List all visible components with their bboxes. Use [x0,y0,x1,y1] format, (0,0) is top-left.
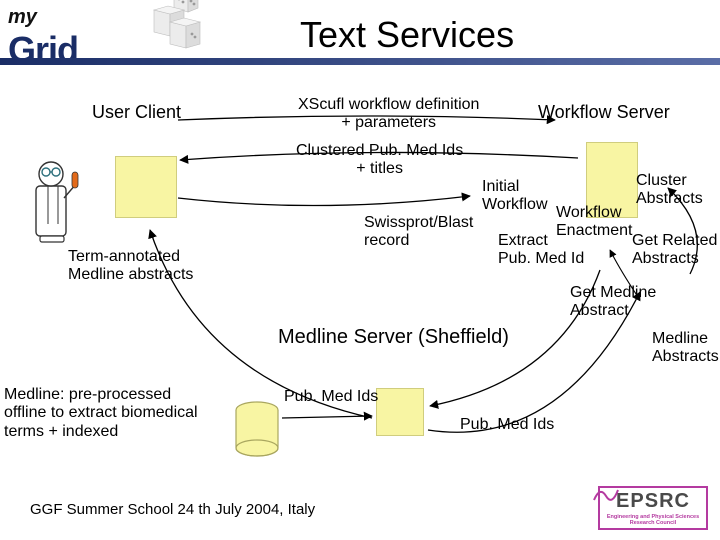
epsrc-logo: EPSRC Engineering and Physical Sciences … [598,486,708,530]
get-medline-abstract-label: Get Medline Abstract [570,284,656,321]
get-related-label: Get Related Abstracts [632,232,717,269]
swissprot-label: Swissprot/Blast record [364,214,473,251]
cluster-abstracts-label: Cluster Abstracts [636,172,703,209]
clustered-label: Clustered Pub. Med Ids + titles [296,142,463,179]
epsrc-sub: Engineering and Physical Sciences Resear… [600,513,706,528]
slide-header: my Grid [0,0,720,70]
database-icon [234,400,280,460]
user-client-label: User Client [92,102,181,123]
term-annotated-label: Term-annotated Medline abstracts [68,248,193,285]
diagram-canvas: User Client XScufl workflow definition +… [0,70,720,540]
workflow-enactment-label: Workflow Enactment [556,204,632,241]
xscufl-label: XScufl workflow definition + parameters [298,96,479,133]
medline-abstracts-label: Medline Abstracts [652,330,719,367]
pubmed-ids-left-label: Pub. Med Ids [284,388,378,406]
epsrc-wave-icon [592,482,622,504]
medline-server-label: Medline Server (Sheffield) [278,326,509,349]
medline-note-label: Medline: pre-processed offline to extrac… [4,386,198,441]
cubes-graphic [140,0,220,67]
medline-server-box [376,388,424,436]
logo-my: my [8,6,37,28]
workflow-server-label: Workflow Server [538,102,670,123]
pubmed-ids-right-label: Pub. Med Ids [460,416,554,434]
scientist-icon [14,154,84,254]
user-client-box [115,156,177,218]
initial-workflow-label: Initial Workflow [482,178,548,215]
header-bar [0,58,720,65]
footer-text: GGF Summer School 24 th July 2004, Italy [30,501,315,518]
slide-title: Text Services [300,14,514,56]
